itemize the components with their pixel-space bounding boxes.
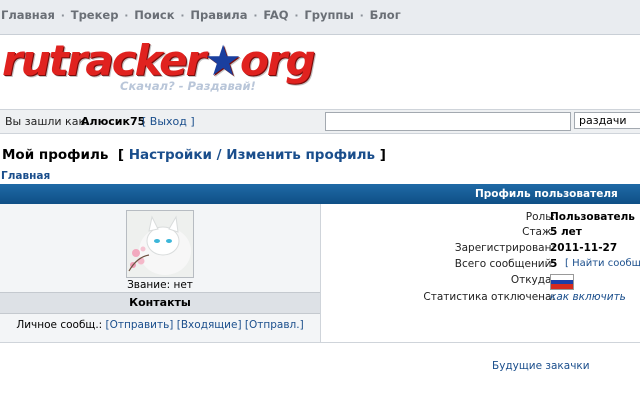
search-input[interactable] [325, 112, 571, 131]
site-logo[interactable]: rutracker★org Скачал? - Раздавай! [0, 36, 316, 96]
info-row-registered: Зарегистрирован: 2011-11-27 [321, 242, 640, 257]
nav-separator: · [56, 9, 69, 22]
profile-header: Профиль пользователя [0, 184, 640, 204]
pm-inbox-link[interactable]: [Входящие] [177, 319, 242, 331]
registered-label: Зарегистрирован: [454, 242, 555, 254]
pm-send-link[interactable]: [Отправить] [106, 319, 174, 331]
nav-separator: · [120, 9, 133, 22]
nav-separator: · [249, 9, 262, 22]
enable-stats-link[interactable]: как включить [550, 291, 626, 303]
logged-in-label: Вы зашли как: [5, 115, 89, 128]
login-bar: Вы зашли как: Алюсик75 [ Выход ] раздачи [0, 109, 640, 134]
bracket: ] [375, 147, 386, 163]
info-row-role: Роль: Пользователь [321, 211, 640, 226]
info-row-location: Откуда: [321, 274, 640, 290]
contacts-row: Личное сообщ.: [Отправить] [Входящие] [О… [0, 319, 320, 331]
future-downloads-link[interactable]: Будущие закачки [492, 360, 590, 372]
role-value: Пользователь [550, 211, 635, 223]
settings-link[interactable]: Настройки / Изменить профиль [129, 147, 375, 163]
nav-separator: · [355, 9, 368, 22]
username[interactable]: Алюсик75 [81, 115, 145, 128]
registered-value: 2011-11-27 [550, 242, 618, 254]
nav-search[interactable]: Поиск [134, 8, 174, 22]
nav-faq[interactable]: FAQ [263, 8, 288, 22]
experience-value: 5 лет [550, 226, 582, 238]
nav-separator: · [290, 9, 303, 22]
nav-separator: · [176, 9, 189, 22]
info-row-stats: Статистика отключена: как включить [321, 291, 640, 306]
pm-label: Личное сообщ.: [16, 319, 103, 331]
page-title-text: Мой профиль [2, 147, 109, 163]
nav-groups[interactable]: Группы [304, 8, 353, 22]
nav-tracker[interactable]: Трекер [71, 8, 119, 22]
bracket: [ [113, 147, 129, 163]
profile-body: Звание: нет Контакты Личное сообщ.: [Отп… [0, 204, 640, 343]
contacts-header: Контакты [0, 292, 320, 314]
info-row-experience: Стаж: 5 лет [321, 226, 640, 241]
logout-link[interactable]: [ Выход ] [142, 115, 195, 128]
logo-wordmark: rutracker★org [2, 36, 316, 85]
stats-label: Статистика отключена: [423, 291, 555, 303]
nav-rules[interactable]: Правила [190, 8, 247, 22]
pm-sent-link[interactable]: [Отправл.] [245, 319, 304, 331]
rank-label: Звание: нет [127, 279, 193, 291]
page-title: Мой профиль [ Настройки / Изменить профи… [2, 147, 386, 163]
posts-value: 5 [550, 258, 558, 270]
breadcrumb-home[interactable]: Главная [1, 170, 50, 182]
profile-header-title: Профиль пользователя [475, 188, 618, 200]
location-label: Откуда: [510, 274, 555, 286]
logo-slogan: Скачал? - Раздавай! [120, 79, 256, 93]
top-navigation: Главная · Трекер · Поиск · Правила · FAQ… [0, 0, 640, 35]
russia-flag-icon [550, 274, 574, 290]
avatar-image [127, 211, 193, 277]
avatar [126, 210, 194, 278]
info-row-posts: Всего сообщений: 5 [ Найти сообщени [321, 258, 640, 273]
profile-right-column: Роль: Пользователь Стаж: 5 лет Зарегистр… [321, 204, 640, 342]
nav-home[interactable]: Главная [1, 8, 55, 22]
nav-blog[interactable]: Блог [370, 8, 401, 22]
posts-label: Всего сообщений: [454, 258, 555, 270]
find-posts-link[interactable]: [ Найти сообщени [565, 258, 640, 269]
search-scope-select[interactable]: раздачи [574, 112, 640, 129]
profile-left-column: Звание: нет Контакты Личное сообщ.: [Отп… [0, 204, 321, 342]
